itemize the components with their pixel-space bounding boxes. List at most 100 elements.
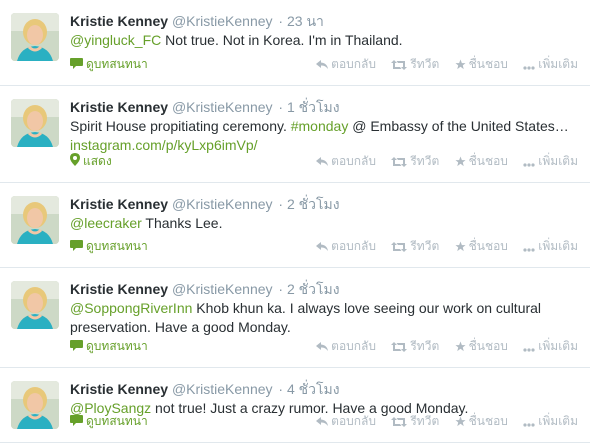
favorite-button[interactable]: ชื่นชอบ — [455, 153, 508, 171]
reply-button[interactable]: ตอบกลับ — [316, 238, 376, 256]
avatar[interactable] — [11, 99, 59, 147]
reply-button[interactable]: ตอบกลับ — [316, 338, 376, 356]
username[interactable]: @KristieKenney — [172, 99, 273, 115]
avatar[interactable] — [11, 13, 59, 61]
tweet-header: Kristie Kenney @KristieKenney · 2 ชั่วโม… — [70, 195, 578, 213]
avatar[interactable] — [11, 281, 59, 329]
timestamp[interactable]: · 2 ชั่วโมง — [278, 196, 339, 212]
tweet-actions: ตอบกลับ รีทวีต ชื่นชอบ เพิ่มเติม — [304, 338, 578, 356]
conversation-icon — [70, 57, 83, 73]
avatar[interactable] — [11, 196, 59, 244]
more-button[interactable]: เพิ่มเติม — [523, 338, 578, 356]
location-pin-icon — [70, 153, 80, 170]
reply-button[interactable]: ตอบกลับ — [316, 153, 376, 171]
retweet-icon — [391, 415, 408, 431]
tweet-header: Kristie Kenney @KristieKenney · 1 ชั่วโม… — [70, 98, 578, 116]
expand-link[interactable]: ดูบทสนทนา — [70, 56, 148, 73]
expand-link[interactable]: ดูบทสนทนา — [70, 338, 148, 355]
tweet-link[interactable]: @leecraker — [70, 215, 142, 231]
timestamp[interactable]: · 1 ชั่วโมง — [278, 99, 339, 115]
tweet-header: Kristie Kenney @KristieKenney · 23 นา — [70, 12, 578, 30]
username[interactable]: @KristieKenney — [172, 381, 273, 397]
username[interactable]: @KristieKenney — [172, 281, 273, 297]
retweet-icon — [391, 240, 408, 256]
tweet[interactable]: Kristie Kenney @KristieKenney · 1 ชั่วโม… — [0, 86, 590, 183]
tweet-text-run: @ Embassy of the United States… — [348, 118, 569, 134]
reply-icon — [316, 340, 329, 356]
tweet-header: Kristie Kenney @KristieKenney · 2 ชั่วโม… — [70, 280, 578, 298]
tweet-header: Kristie Kenney @KristieKenney · 4 ชั่วโม… — [70, 380, 578, 398]
star-icon — [455, 58, 466, 74]
favorite-button[interactable]: ชื่นชอบ — [455, 338, 508, 356]
conversation-icon — [70, 414, 83, 430]
reply-icon — [316, 415, 329, 431]
favorite-button[interactable]: ชื่นชอบ — [455, 56, 508, 74]
fullname[interactable]: Kristie Kenney — [70, 13, 168, 29]
avatar[interactable] — [11, 381, 59, 429]
tweet-actions: ตอบกลับ รีทวีต ชื่นชอบ เพิ่มเติม — [304, 413, 578, 431]
more-icon — [523, 340, 535, 356]
tweet-actions: ตอบกลับ รีทวีต ชื่นชอบ เพิ่มเติม — [304, 56, 578, 74]
reply-icon — [316, 155, 329, 171]
conversation-icon — [70, 339, 83, 355]
tweet[interactable]: Kristie Kenney @KristieKenney · 2 ชั่วโม… — [0, 268, 590, 368]
star-icon — [455, 240, 466, 256]
more-button[interactable]: เพิ่มเติม — [523, 56, 578, 74]
timestamp[interactable]: · 23 นา — [278, 13, 323, 29]
reply-icon — [316, 240, 329, 256]
more-icon — [523, 58, 535, 74]
expand-link[interactable]: ดูบทสนทนา — [70, 238, 148, 255]
tweet-link[interactable]: @yingluck_FC — [70, 32, 161, 48]
tweet[interactable]: Kristie Kenney @KristieKenney · 23 นา @y… — [0, 0, 590, 86]
reply-button[interactable]: ตอบกลับ — [316, 56, 376, 74]
retweet-icon — [391, 58, 408, 74]
tweet-link[interactable]: #monday — [291, 118, 349, 134]
more-button[interactable]: เพิ่มเติม — [523, 238, 578, 256]
tweet-text: @yingluck_FC Not true. Not in Korea. I'm… — [70, 31, 578, 50]
more-button[interactable]: เพิ่มเติม — [523, 153, 578, 171]
retweet-button[interactable]: รีทวีต — [391, 153, 439, 171]
retweet-button[interactable]: รีทวีต — [391, 338, 439, 356]
more-icon — [523, 415, 535, 431]
tweet-actions: ตอบกลับ รีทวีต ชื่นชอบ เพิ่มเติม — [304, 238, 578, 256]
timestamp[interactable]: · 4 ชั่วโมง — [278, 381, 339, 397]
tweet-footer: ดูบทสนทนา ตอบกลับ รีทวีต ชื่นชอบ เพิ่มเต… — [70, 338, 578, 354]
favorite-button[interactable]: ชื่นชอบ — [455, 413, 508, 431]
fullname[interactable]: Kristie Kenney — [70, 196, 168, 212]
more-icon — [523, 155, 535, 171]
star-icon — [455, 340, 466, 356]
tweet-footer: ดูบทสนทนา ตอบกลับ รีทวีต ชื่นชอบ เพิ่มเต… — [70, 56, 578, 72]
retweet-icon — [391, 340, 408, 356]
fullname[interactable]: Kristie Kenney — [70, 281, 168, 297]
expand-link[interactable]: ดูบทสนทนา — [70, 413, 148, 430]
tweet[interactable]: Kristie Kenney @KristieKenney · 4 ชั่วโม… — [0, 368, 590, 443]
tweet-actions: ตอบกลับ รีทวีต ชื่นชอบ เพิ่มเติม — [304, 153, 578, 171]
timestamp[interactable]: · 2 ชั่วโมง — [278, 281, 339, 297]
favorite-button[interactable]: ชื่นชอบ — [455, 238, 508, 256]
retweet-button[interactable]: รีทวีต — [391, 56, 439, 74]
retweet-button[interactable]: รีทวีต — [391, 238, 439, 256]
star-icon — [455, 415, 466, 431]
tweet-text-run: Not true. Not in Korea. I'm in Thailand. — [161, 32, 403, 48]
retweet-button[interactable]: รีทวีต — [391, 413, 439, 431]
tweet-text: @SoppongRiverInn Khob khun ka. I always … — [70, 299, 578, 337]
username[interactable]: @KristieKenney — [172, 196, 273, 212]
tweet-text: @leecraker Thanks Lee. — [70, 214, 578, 233]
tweet-footer: ดูบทสนทนา ตอบกลับ รีทวีต ชื่นชอบ เพิ่มเต… — [70, 238, 578, 254]
reply-button[interactable]: ตอบกลับ — [316, 413, 376, 431]
tweet-text: Spirit House propitiating ceremony. #mon… — [70, 117, 578, 155]
tweet-footer: ดูบทสนทนา ตอบกลับ รีทวีต ชื่นชอบ เพิ่มเต… — [70, 413, 578, 429]
fullname[interactable]: Kristie Kenney — [70, 99, 168, 115]
tweet-link[interactable]: instagram.com/p/kyLxp6imVp/ — [70, 137, 258, 153]
expand-link[interactable]: แสดง — [70, 153, 112, 170]
username[interactable]: @KristieKenney — [172, 13, 273, 29]
tweet-stream: Kristie Kenney @KristieKenney · 23 นา @y… — [0, 0, 590, 443]
tweet-text-run: Spirit House propitiating ceremony. — [70, 118, 291, 134]
reply-icon — [316, 58, 329, 74]
fullname[interactable]: Kristie Kenney — [70, 381, 168, 397]
tweet-link[interactable]: @SoppongRiverInn — [70, 300, 192, 316]
tweet-footer: แสดง ตอบกลับ รีทวีต ชื่นชอบ เพิ่มเติม — [70, 153, 578, 169]
tweet[interactable]: Kristie Kenney @KristieKenney · 2 ชั่วโม… — [0, 183, 590, 268]
tweet-text-run: Thanks Lee. — [141, 215, 223, 231]
more-button[interactable]: เพิ่มเติม — [523, 413, 578, 431]
